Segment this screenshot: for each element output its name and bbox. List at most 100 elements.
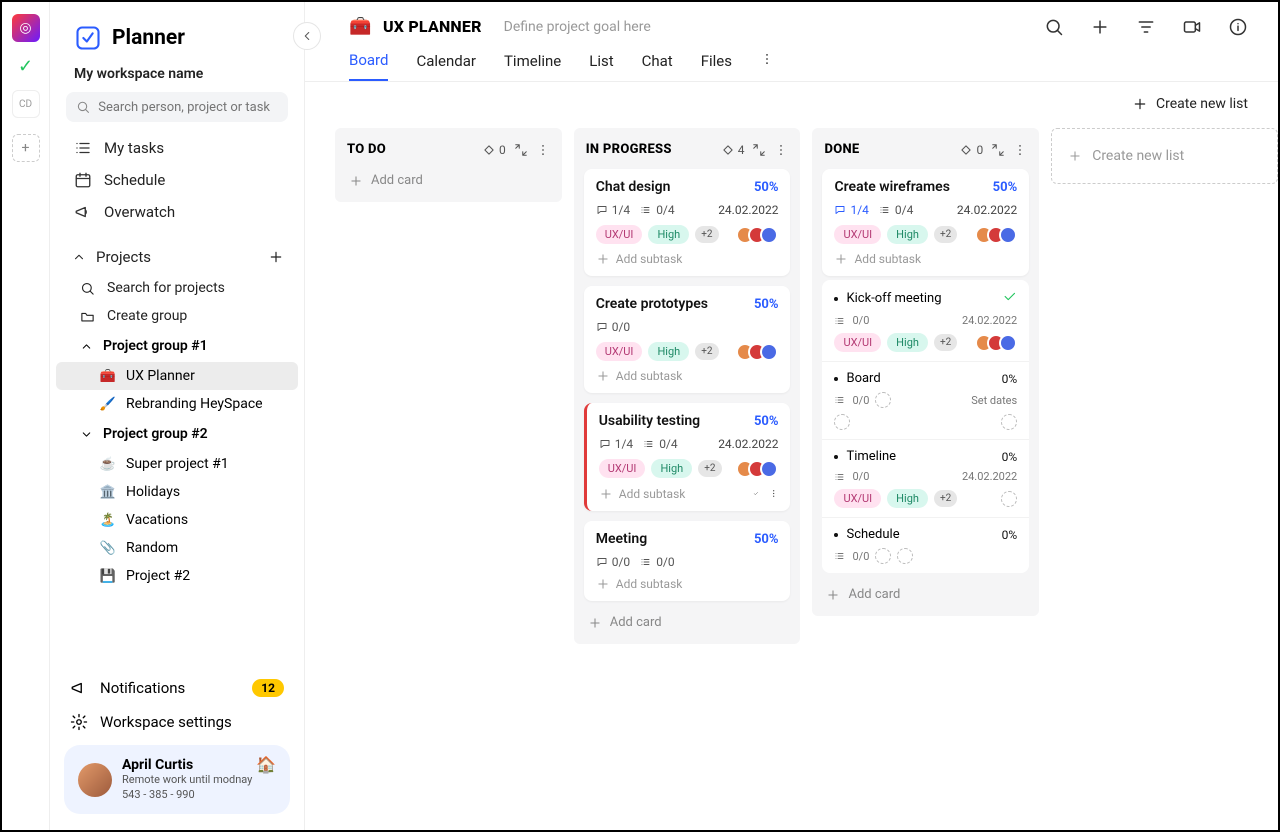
add-card[interactable]: Add card [345,169,552,192]
tab-timeline[interactable]: Timeline [504,52,561,80]
avatar-stack[interactable] [981,226,1017,244]
sidebar-search-input[interactable] [98,100,278,115]
project-item[interactable]: 💾 Project #2 [56,562,298,590]
tab-files[interactable]: Files [701,52,732,80]
nav-overwatch[interactable]: Overwatch [50,196,304,228]
search-projects[interactable]: Search for projects [50,274,304,302]
add-subtask[interactable]: Add subtask [596,369,683,383]
subtask-row[interactable]: Board 0% 0/0 Set dates [822,361,1029,439]
create-group[interactable]: Create group [50,302,304,330]
search-icon[interactable] [1044,17,1064,37]
project-item[interactable]: ☕ Super project #1 [56,450,298,478]
chat-icon [834,204,846,216]
subtask-row[interactable]: Kick-off meeting 0/0 24.02.2022 UX/UIHig… [822,280,1029,361]
avatar-stack[interactable] [981,334,1017,352]
tabs-more[interactable] [760,52,774,80]
tab-chat[interactable]: Chat [642,52,673,80]
chevron-up-icon [72,250,86,264]
task-card[interactable]: Meeting 50% 0/0 0/0 Add subtask [584,521,791,601]
sidebar-collapse-button[interactable] [293,22,321,50]
plus-icon [1068,149,1082,163]
card-title: Meeting [596,531,647,547]
project-item-icon: 🧰 [100,368,116,384]
column-title: IN PROGRESS [586,142,672,157]
task-card[interactable]: Create wireframes 50% 1/4 0/4 24.02.2022… [822,169,1029,276]
nav-my-tasks[interactable]: My tasks [50,132,304,164]
tag-more[interactable]: +2 [695,343,718,360]
list-icon [834,315,846,327]
tag-more[interactable]: +2 [695,226,718,243]
more-icon[interactable] [1013,143,1027,157]
planner-logo-icon [74,24,102,52]
user-card[interactable]: April Curtis Remote work until modnay 54… [64,745,290,814]
avatar-stack[interactable] [742,343,778,361]
folder-icon [80,309,95,324]
plus-icon [834,252,848,266]
subtask-row[interactable]: Schedule 0% 0/0 [822,517,1029,573]
more-icon[interactable] [536,143,550,157]
video-icon[interactable] [1182,17,1202,37]
check-icon[interactable] [1002,289,1017,304]
user-status-emoji: 🏠 [256,755,276,774]
task-card[interactable]: Usability testing 50% 1/4 0/4 24.02.2022… [584,403,791,511]
subtask-row[interactable]: Timeline 0% 0/0 24.02.2022 UX/UIHigh+2 [822,439,1029,517]
chevron-left-icon [300,29,314,43]
project-group-toggle[interactable]: Project group #2 [50,418,304,450]
more-icon[interactable] [769,486,778,501]
tag-more[interactable]: +2 [934,334,957,351]
task-card[interactable]: Create prototypes 50% 0/0 UX/UIHigh+2Add… [584,286,791,393]
add-card[interactable]: Add card [822,583,1029,606]
nav-schedule[interactable]: Schedule [50,164,304,196]
tab-calendar[interactable]: Calendar [416,52,476,80]
notification-badge: 12 [252,679,284,697]
tab-board[interactable]: Board [349,51,388,81]
tag: High [648,225,689,244]
filter-icon[interactable] [1136,17,1156,37]
tag: UX/UI [596,342,643,361]
add-icon[interactable] [1090,17,1110,37]
tag-more[interactable]: +2 [698,460,721,477]
add-subtask[interactable]: Add subtask [596,252,683,266]
add-subtask[interactable]: Add subtask [834,252,921,266]
rail-app-cd[interactable]: CD [12,90,40,118]
add-subtask[interactable]: Add subtask [599,487,686,501]
rail-add[interactable]: + [12,134,40,162]
task-card[interactable]: Chat design 50% 1/4 0/4 24.02.2022UX/UIH… [584,169,791,276]
card-progress: 50% [754,532,779,547]
more-icon[interactable] [774,143,788,157]
rail-app-targets[interactable]: ◎ [12,14,40,42]
add-card[interactable]: Add card [584,611,791,634]
projects-toggle[interactable]: Projects [72,248,151,266]
project-goal-input[interactable]: Define project goal here [504,19,651,35]
create-new-list-top[interactable]: Create new list [305,82,1278,112]
sidebar-search[interactable] [66,92,288,122]
avatar-stack[interactable] [742,460,778,478]
project-title: UX PLANNER [383,17,482,36]
add-subtask[interactable]: Add subtask [596,577,683,591]
project-item[interactable]: 🏛️ Holidays [56,478,298,506]
project-item[interactable]: 📎 Random [56,534,298,562]
workspace-name[interactable]: My workspace name [50,66,304,92]
project-item[interactable]: 🧰 UX Planner [56,362,298,390]
collapse-icon[interactable] [514,143,528,157]
collapse-icon[interactable] [991,143,1005,157]
rail-app-check[interactable]: ✓ [12,52,40,80]
tag: UX/UI [834,333,881,352]
info-icon[interactable] [1228,17,1248,37]
project-group-toggle[interactable]: Project group #1 [50,330,304,362]
tag-more[interactable]: +2 [934,490,957,507]
project-item[interactable]: 🖌️ Rebranding HeySpace [56,390,298,418]
project-item[interactable]: 🏝️ Vacations [56,506,298,534]
board-column: TO DO 0 Add card [335,128,562,202]
avatar-stack[interactable] [742,226,778,244]
notifications[interactable]: Notifications 12 [50,671,304,705]
tab-list[interactable]: List [589,52,613,80]
collapse-icon[interactable] [752,143,766,157]
create-new-list-column[interactable]: Create new list [1051,128,1278,184]
tag-more[interactable]: +2 [934,226,957,243]
add-project-icon[interactable] [268,249,284,265]
workspace-settings[interactable]: Workspace settings [50,705,304,745]
tag: High [887,489,928,508]
check-icon[interactable] [753,486,759,501]
card-progress: 50% [754,414,779,429]
